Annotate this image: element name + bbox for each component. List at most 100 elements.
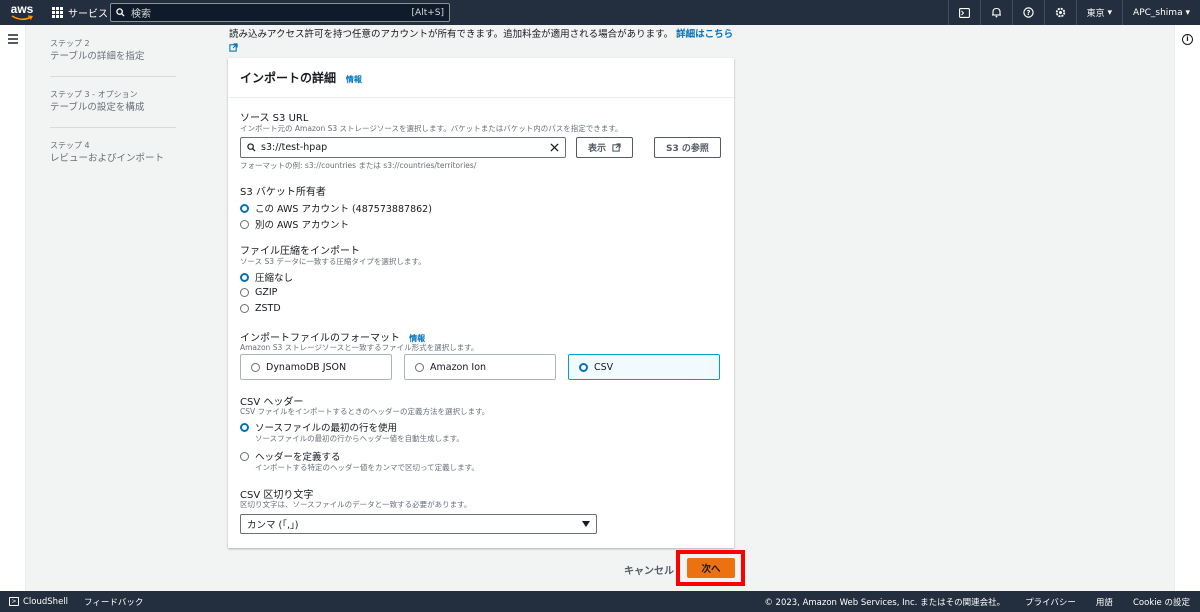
intro-body: 読み込みアクセス許可を持つ任意のアカウントが所有できます。追加料金が適用される場… xyxy=(229,29,674,40)
caret-down-icon: ▾ xyxy=(1185,7,1190,18)
s3-url-value: s3://test-hpap xyxy=(261,142,328,153)
tile-label: DynamoDB JSON xyxy=(266,361,347,373)
menu-icon[interactable] xyxy=(8,34,18,46)
terms-link[interactable]: 用語 xyxy=(1096,596,1113,608)
radio-selected xyxy=(240,272,249,282)
external-link-icon xyxy=(612,143,621,152)
terminal-icon: > xyxy=(9,597,19,606)
csv-header-first-row-radio[interactable]: ソースファイルの最初の行を使用 xyxy=(240,420,397,434)
csv-header-description: CSV ファイルをインポートするときのヘッダーの定義方法を選択します。 xyxy=(240,407,490,416)
s3-url-label: ソース S3 URL xyxy=(240,113,309,124)
region-selector[interactable]: 東京 ▾ xyxy=(1075,0,1122,25)
step-label: テーブルの設定を構成 xyxy=(50,102,145,113)
tile-label: Amazon Ion xyxy=(430,361,487,373)
radio-unselected xyxy=(240,451,249,461)
compression-gzip-radio[interactable]: GZIP xyxy=(240,287,277,298)
radio-label: ZSTD xyxy=(255,303,281,314)
radio-selected xyxy=(240,203,249,213)
step-4[interactable]: ステップ 4 レビューおよびインポート xyxy=(50,140,180,166)
notifications-button[interactable] xyxy=(979,0,1012,25)
account-menu[interactable]: APC_shima ▾ xyxy=(1122,0,1200,25)
search-shortcut: [Alt+S] xyxy=(411,7,444,18)
step-3[interactable]: ステップ 3 - オプション テーブルの設定を構成 xyxy=(50,89,180,115)
account-label: APC_shima xyxy=(1133,7,1183,18)
browse-s3-button[interactable]: S3 の参照 xyxy=(654,137,721,158)
step-label: テーブルの詳細を指定 xyxy=(50,51,145,62)
search-icon xyxy=(247,143,256,152)
radio-selected xyxy=(240,422,249,432)
format-csv-tile[interactable]: CSV xyxy=(568,354,720,380)
cancel-button[interactable]: キャンセル xyxy=(624,562,674,577)
s3-url-description: インポート元の Amazon S3 ストレージソースを選択します。バケットまたは… xyxy=(240,124,623,133)
wizard-steps: ステップ 2 テーブルの詳細を指定 ステップ 3 - オプション テーブルの設定… xyxy=(50,38,180,178)
external-link-icon xyxy=(229,43,238,52)
view-button-label: 表示 xyxy=(587,144,606,154)
radio-label: GZIP xyxy=(255,287,278,298)
info-link[interactable]: 情報 xyxy=(346,75,362,84)
search-input[interactable]: 検索 [Alt+S] xyxy=(110,3,450,22)
left-rail xyxy=(0,25,26,591)
intro-text: 読み込みアクセス許可を持つ任意のアカウントが所有できます。追加料金が適用される場… xyxy=(229,28,739,56)
radio-unselected xyxy=(240,219,249,229)
top-navigation: aws サービス 検索 [Alt+S] ? 東京 ▾ APC_shima ▾ xyxy=(0,0,1200,25)
caret-down-icon: ▾ xyxy=(1107,7,1113,18)
owner-other-account-radio[interactable]: 別の AWS アカウント xyxy=(240,217,349,231)
select-value: カンマ (「,」) xyxy=(247,520,299,531)
step-divider xyxy=(50,127,176,128)
step-kicker: ステップ 2 xyxy=(50,39,90,48)
owner-this-account-radio[interactable]: この AWS アカウント (487573887862) xyxy=(240,201,432,215)
radio-label: ソースファイルの最初の行を使用 xyxy=(255,423,398,434)
aws-logo[interactable]: aws xyxy=(0,0,44,25)
caret-down-icon xyxy=(582,521,590,527)
cloudshell-label: CloudShell xyxy=(23,596,69,607)
next-button[interactable]: 次へ xyxy=(687,558,735,578)
compression-description: ソース S3 データに一致する圧縮タイプを選択します。 xyxy=(240,257,426,266)
aws-logo-text: aws xyxy=(10,2,34,16)
radio-unselected xyxy=(415,362,424,372)
file-format-description: Amazon S3 ストレージソースと一致するファイル形式を選択します。 xyxy=(240,343,479,352)
help-button[interactable]: ? xyxy=(1011,0,1044,25)
feedback-link[interactable]: フィードバック xyxy=(84,596,143,608)
cloudshell-button[interactable] xyxy=(947,0,980,25)
bucket-owner-label: S3 バケット所有者 xyxy=(240,187,326,198)
learn-more-link[interactable]: 詳細はこちら xyxy=(676,29,733,40)
csv-header-define-radio[interactable]: ヘッダーを定義する xyxy=(240,449,341,463)
settings-button[interactable] xyxy=(1043,0,1076,25)
info-icon[interactable]: i xyxy=(1182,34,1193,45)
grid-icon xyxy=(52,7,63,18)
radio-label: ヘッダーを定義する xyxy=(255,452,341,463)
s3-url-hint: フォーマットの例: s3://countries または s3://countr… xyxy=(240,161,477,170)
format-amazon-ion-tile[interactable]: Amazon Ion xyxy=(404,354,556,380)
import-details-panel: インポートの詳細 情報 ソース S3 URL インポート元の Amazon S3… xyxy=(228,58,734,548)
radio-unselected xyxy=(251,362,260,372)
privacy-link[interactable]: プライバシー xyxy=(1025,596,1076,608)
view-button[interactable]: 表示 xyxy=(576,137,633,158)
cloudshell-footer-button[interactable]: > CloudShell xyxy=(0,597,68,607)
services-menu[interactable]: サービス xyxy=(44,0,116,25)
aws-smile-icon xyxy=(11,15,33,21)
right-rail: i xyxy=(1174,25,1200,591)
radio-label: この AWS アカウント (487573887862) xyxy=(255,204,432,215)
format-dynamodb-json-tile[interactable]: DynamoDB JSON xyxy=(240,354,392,380)
region-label: 東京 xyxy=(1086,9,1105,19)
s3-url-input[interactable]: s3://test-hpap xyxy=(240,137,566,158)
cookie-settings-link[interactable]: Cookie の設定 xyxy=(1133,596,1190,608)
step-2[interactable]: ステップ 2 テーブルの詳細を指定 xyxy=(50,38,180,64)
radio-sub-description: ソースファイルの最初の行からヘッダー値を自動生成します。 xyxy=(255,434,464,443)
step-divider xyxy=(50,76,176,77)
clear-icon[interactable] xyxy=(550,143,559,152)
csv-delimiter-select[interactable]: カンマ (「,」) xyxy=(240,514,597,534)
tile-label: CSV xyxy=(594,361,614,373)
browse-s3-label: S3 の参照 xyxy=(666,144,709,154)
compression-label: ファイル圧縮をインポート xyxy=(240,246,360,257)
help-icon: ? xyxy=(1022,7,1034,18)
compression-none-radio[interactable]: 圧縮なし xyxy=(240,270,293,284)
footer: > CloudShell フィードバック © 2023, Amazon Web … xyxy=(0,591,1200,612)
search-icon xyxy=(116,8,125,17)
copyright-text: © 2023, Amazon Web Services, Inc. またはその関… xyxy=(764,597,1006,608)
compression-zstd-radio[interactable]: ZSTD xyxy=(240,303,281,314)
services-label: サービス xyxy=(68,9,108,20)
step-kicker: ステップ 4 xyxy=(50,141,90,150)
radio-sub-description: インポートする特定のヘッダー値をカンマで区切って定義します。 xyxy=(255,463,479,472)
step-kicker: ステップ 3 - オプション xyxy=(50,90,138,99)
